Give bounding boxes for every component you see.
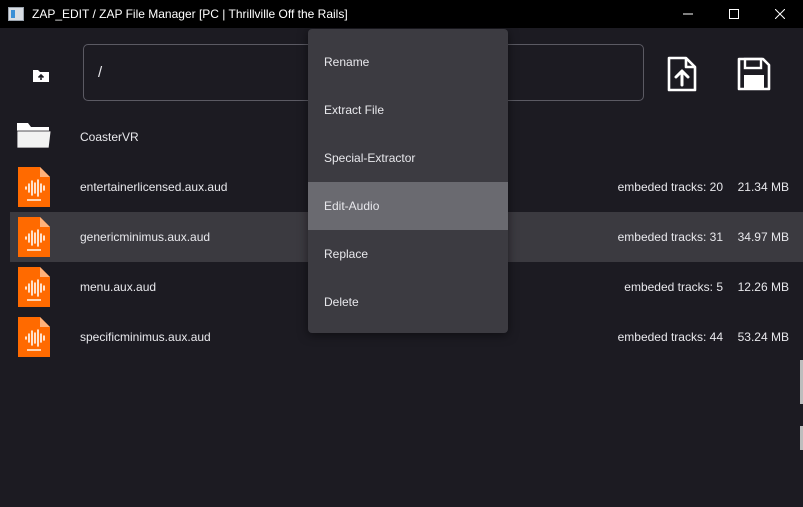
audio-file-icon <box>18 267 50 307</box>
save-button[interactable] <box>736 56 772 92</box>
embedded-tracks-count: embeded tracks: 44 <box>617 330 723 344</box>
menu-item-edit-audio[interactable]: Edit-Audio <box>308 182 508 230</box>
file-name: specificminimus.aux.aud <box>80 330 211 344</box>
embedded-tracks-count: embeded tracks: 20 <box>617 180 723 194</box>
floppy-save-icon <box>737 57 771 91</box>
app-icon <box>8 7 24 21</box>
menu-item-replace[interactable]: Replace <box>308 230 508 278</box>
file-name: entertainerlicensed.aux.aud <box>80 180 228 194</box>
upload-file-button[interactable] <box>664 56 700 92</box>
file-size: 12.26 MB <box>737 280 789 294</box>
maximize-icon <box>729 9 739 19</box>
audio-file-icon <box>18 167 50 207</box>
embedded-tracks-count: embeded tracks: 31 <box>617 230 723 244</box>
close-button[interactable] <box>757 0 803 28</box>
file-name: CoasterVR <box>80 130 139 144</box>
audio-file-icon <box>18 217 50 257</box>
menu-item-special-extractor[interactable]: Special-Extractor <box>308 134 508 182</box>
file-size: 21.34 MB <box>737 180 789 194</box>
audio-file-icon <box>18 317 50 357</box>
file-name: menu.aux.aud <box>80 280 157 294</box>
context-menu: Rename Extract File Special-Extractor Ed… <box>308 29 508 333</box>
maximize-button[interactable] <box>711 0 757 28</box>
window-title: ZAP_EDIT / ZAP File Manager [PC | Thrill… <box>32 7 348 21</box>
minimize-button[interactable] <box>665 0 711 28</box>
minimize-icon <box>683 13 693 15</box>
title-bar: ZAP_EDIT / ZAP File Manager [PC | Thrill… <box>0 0 803 28</box>
embedded-tracks-count: embeded tracks: 5 <box>624 280 723 294</box>
window-controls <box>665 0 803 28</box>
folder-icon <box>16 123 52 149</box>
menu-item-delete[interactable]: Delete <box>308 278 508 326</box>
close-icon <box>775 9 785 19</box>
file-name: genericminimus.aux.aud <box>80 230 211 244</box>
file-size: 53.24 MB <box>737 330 789 344</box>
menu-item-rename[interactable]: Rename <box>308 38 508 86</box>
parent-folder-button[interactable] <box>28 62 54 88</box>
file-size: 34.97 MB <box>737 230 789 244</box>
folder-up-icon <box>33 70 49 82</box>
file-upload-icon <box>667 56 697 92</box>
menu-item-extract-file[interactable]: Extract File <box>308 86 508 134</box>
